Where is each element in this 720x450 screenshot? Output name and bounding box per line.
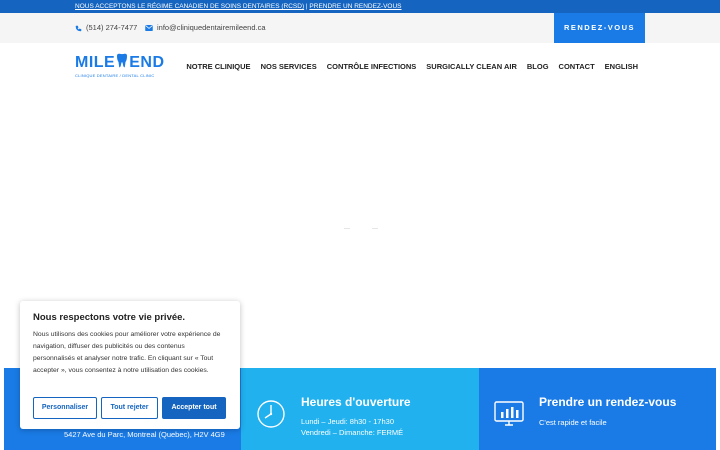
nav-blog[interactable]: BLOG xyxy=(527,62,549,71)
rcsd-link[interactable]: NOUS ACCEPTONS LE RÉGIME CANADIEN DE SOI… xyxy=(75,3,304,10)
logo-text-right: END xyxy=(129,54,165,71)
rendez-vous-button[interactable]: RENDEZ-VOUS xyxy=(554,13,645,43)
customize-button[interactable]: Personnaliser xyxy=(33,397,97,419)
accept-all-button[interactable]: Accepter tout xyxy=(162,397,226,419)
phone-contact[interactable]: (514) 274-7477 xyxy=(75,13,137,43)
cookie-title: Nous respectons votre vie privée. xyxy=(33,312,186,323)
nav-english[interactable]: ENGLISH xyxy=(605,62,638,71)
nav-contact[interactable]: CONTACT xyxy=(559,62,595,71)
email-contact[interactable]: info@cliniquedentairemileend.ca xyxy=(145,13,266,43)
booking-band[interactable]: Prendre un rendez-vous C'est rapide et f… xyxy=(479,368,716,450)
logo[interactable]: MILE END CLINIQUE DENTAIRE / DENTAL CLIN… xyxy=(75,53,165,84)
hours-weekend: Vendredi – Dimanche: FERMÉ xyxy=(301,428,404,437)
announcement-bar: NOUS ACCEPTONS LE RÉGIME CANADIEN DE SOI… xyxy=(0,0,720,13)
phone-icon xyxy=(75,25,82,32)
nav-notre-clinique[interactable]: NOTRE CLINIQUE xyxy=(186,62,250,71)
phone-number: (514) 274-7477 xyxy=(86,23,138,32)
tooth-icon xyxy=(116,53,128,73)
reject-all-button[interactable]: Tout rejeter xyxy=(101,397,158,419)
slider-loading-indicator xyxy=(344,228,378,229)
nav-controle-infections[interactable]: CONTRÔLE INFECTIONS xyxy=(327,62,417,71)
clock-icon xyxy=(255,398,287,435)
nav-nos-services[interactable]: NOS SERVICES xyxy=(261,62,317,71)
booking-title: Prendre un rendez-vous xyxy=(539,395,677,409)
nav-surgically-clean-air[interactable]: SURGICALLY CLEAN AIR xyxy=(426,62,517,71)
appointment-link[interactable]: PRENDRE UN RENDEZ-VOUS xyxy=(309,3,401,10)
envelope-icon xyxy=(145,25,153,31)
monitor-chart-icon xyxy=(493,398,525,435)
address-text: 5427 Ave du Parc, Montreal (Quebec), H2V… xyxy=(64,430,225,439)
hours-band: Heures d'ouverture Lundi – Jeudi: 8h30 -… xyxy=(241,368,479,450)
main-nav: NOTRE CLINIQUE NOS SERVICES CONTRÔLE INF… xyxy=(186,62,638,71)
logo-text-left: MILE xyxy=(75,54,116,71)
logo-tagline: CLINIQUE DENTAIRE / DENTAL CLINIC xyxy=(75,73,155,78)
cookie-consent-dialog: Nous respectons votre vie privée. Nous u… xyxy=(20,301,240,429)
hours-title: Heures d'ouverture xyxy=(301,395,411,409)
email-address: info@cliniquedentairemileend.ca xyxy=(157,23,266,32)
cookie-body: Nous utilisons des cookies pour améliore… xyxy=(33,331,221,374)
booking-subtitle: C'est rapide et facile xyxy=(539,418,607,427)
hours-weekdays: Lundi – Jeudi: 8h30 - 17h30 xyxy=(301,417,394,426)
